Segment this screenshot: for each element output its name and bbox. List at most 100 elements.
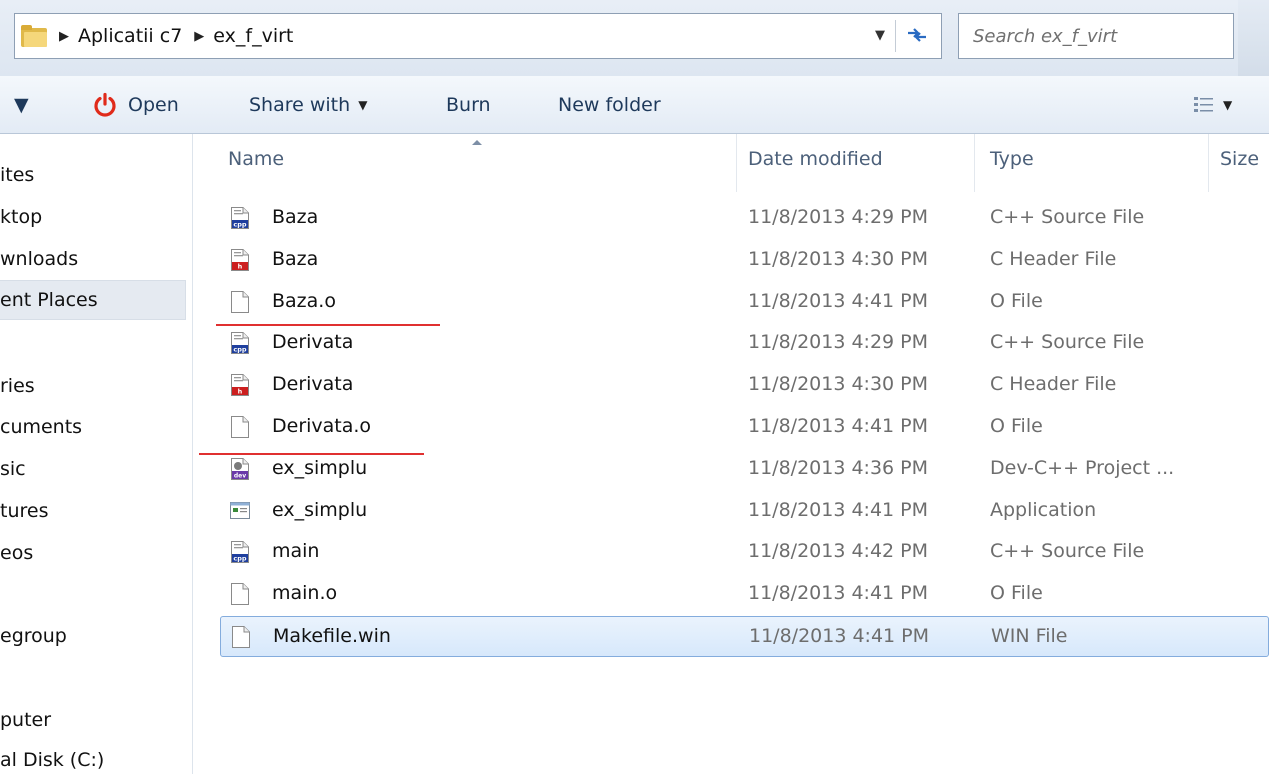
- file-row[interactable]: h Baza 11/8/2013 4:30 PM C Header File: [220, 240, 1269, 281]
- file-date-modified: 11/8/2013 4:41 PM: [749, 625, 930, 647]
- nav-item-desktop[interactable]: ktop: [0, 206, 42, 228]
- organize-dropdown-icon[interactable]: ▼: [14, 76, 29, 134]
- nav-item-videos[interactable]: eos: [0, 542, 33, 564]
- cpp-file-icon: cpp: [231, 541, 249, 564]
- file-row[interactable]: cpp Baza 11/8/2013 4:29 PM C++ Source File: [220, 198, 1269, 239]
- file-name: ex_simplu: [272, 456, 368, 479]
- nav-item-pictures[interactable]: tures: [0, 500, 48, 522]
- file-row[interactable]: h Derivata 11/8/2013 4:30 PM C Header File: [220, 365, 1269, 406]
- open-button[interactable]: Open: [92, 76, 179, 134]
- file-row[interactable]: Makefile.win 11/8/2013 4:41 PM WIN File: [220, 616, 1269, 657]
- file-row[interactable]: Baza.o 11/8/2013 4:41 PM O File: [220, 282, 1269, 323]
- address-bar[interactable]: ▶ Aplicatii c7 ▶ ex_f_virt ▼: [14, 13, 942, 59]
- file-name: Baza: [272, 247, 319, 270]
- file-date-modified: 11/8/2013 4:41 PM: [748, 289, 929, 312]
- file-name: Baza: [272, 206, 319, 228]
- svg-text:cpp: cpp: [233, 221, 247, 229]
- chevron-down-icon: ▼: [1223, 98, 1233, 112]
- file-row[interactable]: Derivata.o 11/8/2013 4:41 PM O File: [220, 407, 1269, 448]
- application-icon: [230, 501, 250, 519]
- nav-item-recent-places[interactable]: ent Places: [0, 280, 186, 320]
- search-box[interactable]: [958, 13, 1234, 59]
- svg-text:cpp: cpp: [233, 346, 247, 354]
- cpp-file-icon: cpp: [231, 332, 249, 355]
- blank-file-icon: [231, 583, 249, 606]
- header-file-icon: h: [231, 248, 249, 271]
- file-date-modified: 11/8/2013 4:29 PM: [748, 331, 929, 354]
- column-separator[interactable]: [974, 134, 975, 192]
- breadcrumb-item[interactable]: ex_f_virt: [213, 25, 293, 47]
- column-header-name[interactable]: Name: [228, 148, 284, 170]
- file-name: ex_simplu: [272, 498, 368, 521]
- open-label: Open: [128, 94, 179, 116]
- nav-item-computer[interactable]: puter: [0, 709, 51, 731]
- blank-file-icon: [232, 626, 250, 648]
- power-icon: [94, 92, 116, 117]
- devcpp-project-icon: dev: [231, 457, 249, 480]
- column-separator[interactable]: [1208, 134, 1209, 192]
- nav-item-downloads[interactable]: wnloads: [0, 248, 78, 270]
- nav-item-local-disk[interactable]: al Disk (C:): [0, 749, 104, 771]
- file-date-modified: 11/8/2013 4:36 PM: [748, 456, 929, 479]
- column-header-type[interactable]: Type: [990, 148, 1034, 170]
- file-type: Application: [990, 498, 1097, 521]
- annotation-red-line: [216, 324, 440, 326]
- file-type: WIN File: [991, 625, 1068, 647]
- view-options-button[interactable]: ▼: [1193, 76, 1232, 134]
- address-bar-area: ▶ Aplicatii c7 ▶ ex_f_virt ▼: [0, 0, 1269, 76]
- file-row[interactable]: main.o 11/8/2013 4:41 PM O File: [220, 574, 1269, 615]
- breadcrumb-separator-icon[interactable]: ▶: [194, 29, 204, 44]
- file-name: main: [272, 540, 320, 563]
- nav-item-libraries[interactable]: ries: [0, 375, 35, 397]
- svg-text:cpp: cpp: [233, 555, 247, 563]
- sort-ascending-icon: [472, 140, 482, 145]
- file-name: Derivata.o: [272, 415, 372, 437]
- header-file-icon: h: [231, 374, 249, 397]
- file-type: O File: [990, 415, 1043, 437]
- share-with-label: Share with: [249, 94, 351, 116]
- share-with-button[interactable]: Share with ▼: [249, 76, 367, 134]
- nav-item-music[interactable]: sic: [0, 458, 26, 480]
- command-toolbar: ▼ Open Share with ▼ Burn New folder ▼: [0, 76, 1269, 134]
- file-row[interactable]: cpp Derivata 11/8/2013 4:29 PM C++ Source F…: [220, 323, 1269, 364]
- folder-icon: [21, 25, 47, 47]
- file-date-modified: 11/8/2013 4:41 PM: [748, 415, 929, 437]
- file-name: Derivata: [272, 373, 354, 396]
- file-name: Derivata: [272, 331, 354, 354]
- file-row[interactable]: ex_simplu 11/8/2013 4:41 PM Application: [220, 491, 1269, 532]
- burn-button[interactable]: Burn: [446, 76, 491, 134]
- svg-text:h: h: [238, 388, 243, 396]
- nav-item-documents[interactable]: cuments: [0, 416, 82, 438]
- file-name: Baza.o: [272, 289, 336, 312]
- breadcrumb-item[interactable]: Aplicatii c7: [78, 25, 182, 47]
- refresh-icon[interactable]: [905, 23, 929, 47]
- file-name: Makefile.win: [273, 625, 391, 647]
- blank-file-icon: [231, 290, 249, 313]
- file-date-modified: 11/8/2013 4:30 PM: [748, 247, 929, 270]
- nav-item-favorites[interactable]: ites: [0, 164, 34, 186]
- file-date-modified: 11/8/2013 4:41 PM: [748, 582, 929, 605]
- pane-divider[interactable]: [192, 134, 193, 774]
- details-view-icon: [1194, 97, 1213, 112]
- column-separator[interactable]: [736, 134, 737, 192]
- file-type: C Header File: [990, 373, 1117, 396]
- annotation-red-line: [199, 453, 424, 455]
- breadcrumb-separator-icon[interactable]: ▶: [59, 29, 69, 44]
- file-type: C++ Source File: [990, 331, 1145, 354]
- file-date-modified: 11/8/2013 4:30 PM: [748, 373, 929, 396]
- file-type: C Header File: [990, 247, 1117, 270]
- address-dropdown-icon[interactable]: ▼: [875, 28, 885, 43]
- file-type: O File: [990, 582, 1043, 605]
- column-header-size[interactable]: Size: [1220, 148, 1259, 170]
- column-header-date-modified[interactable]: Date modified: [748, 148, 883, 170]
- window-edge: [1238, 0, 1269, 76]
- search-input[interactable]: [973, 25, 1233, 47]
- chevron-down-icon: ▼: [358, 98, 368, 112]
- file-type: O File: [990, 289, 1043, 312]
- navigation-pane: ites ktop wnloads ent Places ries cument…: [0, 134, 190, 774]
- file-row[interactable]: cpp main 11/8/2013 4:42 PM C++ Source File: [220, 532, 1269, 573]
- file-date-modified: 11/8/2013 4:42 PM: [748, 540, 929, 563]
- nav-item-homegroup[interactable]: egroup: [0, 625, 67, 647]
- file-type: C++ Source File: [990, 540, 1145, 563]
- new-folder-button[interactable]: New folder: [558, 76, 661, 134]
